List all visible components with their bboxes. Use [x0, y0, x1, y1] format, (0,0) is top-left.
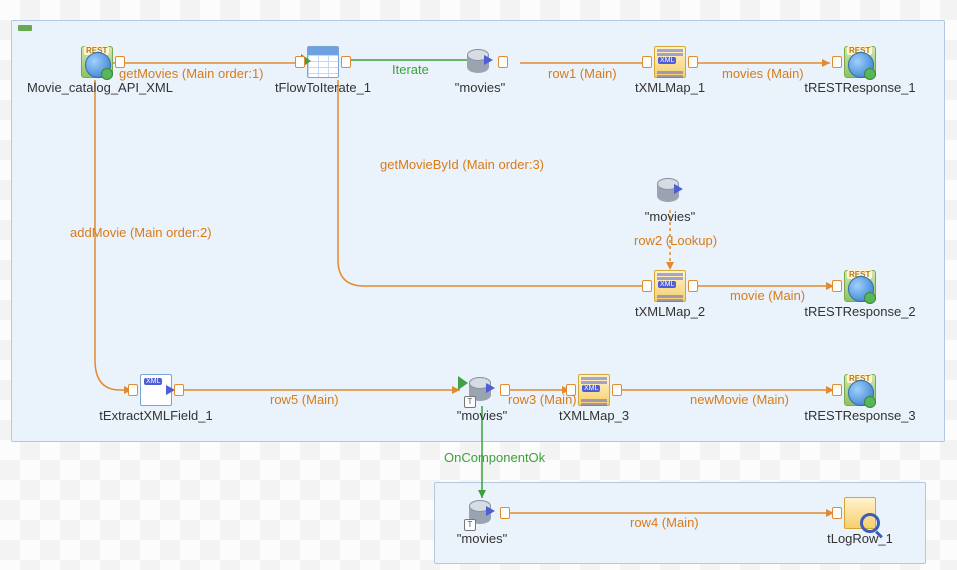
node-txmlmap-1[interactable]: tXMLMap_1	[600, 46, 740, 95]
rest-response-icon	[844, 270, 876, 302]
node-trestresponse-1[interactable]: tRESTResponse_1	[790, 46, 930, 95]
node-label: tXMLMap_1	[600, 80, 740, 95]
node-label: tXMLMap_3	[524, 408, 664, 423]
collapse-icon[interactable]	[18, 25, 32, 31]
node-label: Movie_catalog_API_XML	[27, 80, 167, 95]
link-label-getmovies: getMovies (Main order:1)	[119, 66, 264, 81]
link-label-row2: row2 (Lookup)	[634, 233, 717, 248]
node-trestresponse-2[interactable]: tRESTResponse_2	[790, 270, 930, 319]
node-label: "movies"	[432, 408, 532, 423]
node-label: "movies"	[430, 80, 530, 95]
node-label: tFlowToIterate_1	[253, 80, 393, 95]
node-label: tLogRow_1	[790, 531, 930, 546]
link-label-row4: row4 (Main)	[630, 515, 699, 530]
extract-xml-icon	[140, 374, 172, 406]
node-textractxmlfield-1[interactable]: tExtractXMLField_1	[86, 374, 226, 423]
node-label: "movies"	[432, 531, 532, 546]
link-label-addmovie: addMovie (Main order:2)	[70, 225, 212, 240]
rest-response-icon	[844, 374, 876, 406]
xml-map-icon	[654, 270, 686, 302]
node-movies-4[interactable]: T "movies"	[432, 497, 532, 546]
node-label: "movies"	[620, 209, 720, 224]
link-label-movie: movie (Main)	[730, 288, 805, 303]
rest-request-icon	[81, 46, 113, 78]
node-movies-2[interactable]: "movies"	[620, 175, 720, 224]
link-label-movies: movies (Main)	[722, 66, 804, 81]
node-label: tRESTResponse_1	[790, 80, 930, 95]
link-label-row5: row5 (Main)	[270, 392, 339, 407]
link-label-oncomponentok: OnComponentOk	[444, 450, 545, 465]
database-icon	[464, 46, 496, 78]
node-label: tRESTResponse_2	[790, 304, 930, 319]
rest-response-icon	[844, 46, 876, 78]
node-label: tXMLMap_2	[600, 304, 740, 319]
xml-map-icon	[654, 46, 686, 78]
link-label-getmoviebyid: getMovieById (Main order:3)	[380, 157, 544, 172]
node-trestresponse-3[interactable]: tRESTResponse_3	[790, 374, 930, 423]
link-label-row3: row3 (Main)	[508, 392, 577, 407]
database-icon: T	[466, 374, 498, 406]
node-label: tExtractXMLField_1	[86, 408, 226, 423]
node-label: tRESTResponse_3	[790, 408, 930, 423]
database-icon: T	[466, 497, 498, 529]
xml-map-icon	[578, 374, 610, 406]
node-tflowtoiterate-1[interactable]: tFlowToIterate_1	[253, 46, 393, 95]
link-label-newmovie: newMovie (Main)	[690, 392, 789, 407]
flow-to-iterate-icon	[307, 46, 339, 78]
link-label-iterate: Iterate	[392, 62, 429, 77]
link-label-row1: row1 (Main)	[548, 66, 617, 81]
node-tlogrow-1[interactable]: tLogRow_1	[790, 497, 930, 546]
node-txmlmap-2[interactable]: tXMLMap_2	[600, 270, 740, 319]
node-movies-1[interactable]: "movies"	[430, 46, 530, 95]
logrow-icon	[844, 497, 876, 529]
database-icon	[654, 175, 686, 207]
